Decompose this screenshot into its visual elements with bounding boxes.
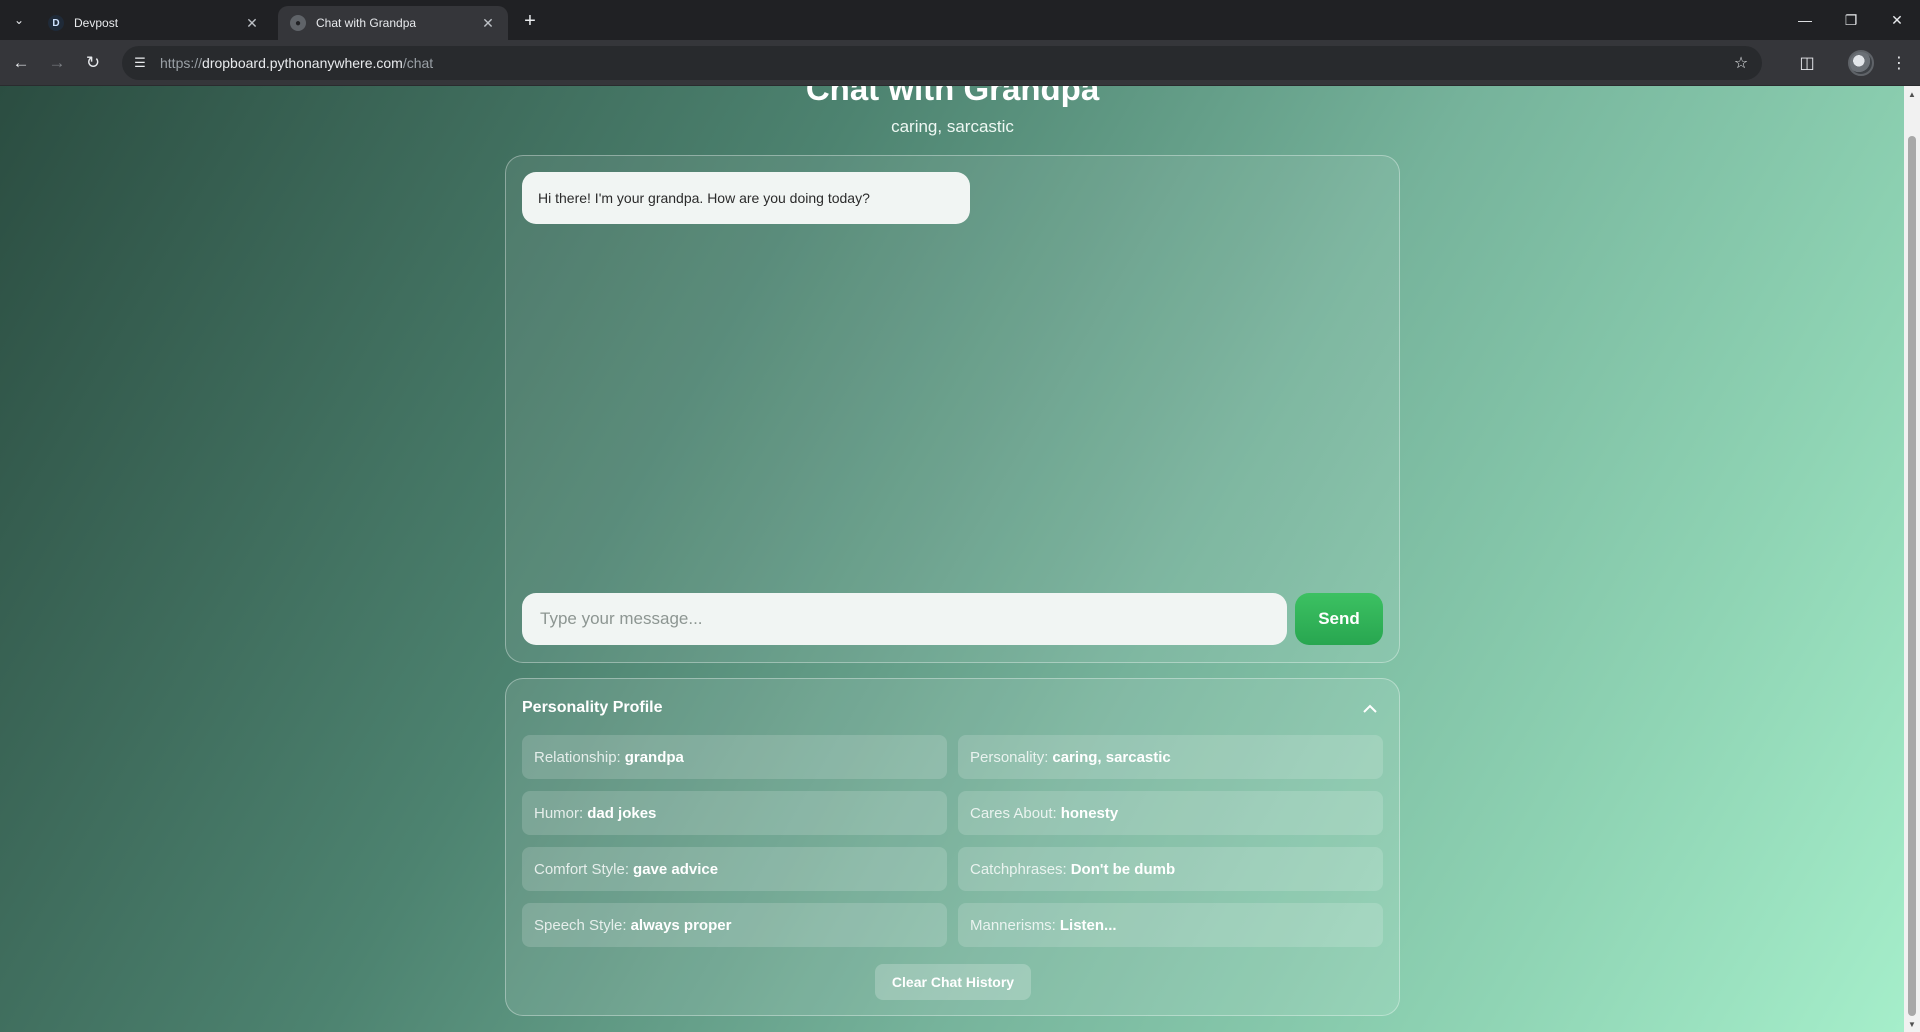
- browser-menu-kebab-icon[interactable]: ⋮: [1886, 50, 1912, 76]
- close-tab-icon[interactable]: ✕: [478, 13, 498, 33]
- page-subtitle: caring, sarcastic: [891, 117, 1014, 136]
- message-list[interactable]: Hi there! I'm your grandpa. How are you …: [522, 172, 1383, 572]
- tab-strip: ⌄ D Devpost ✕ ● Chat with Grandpa ✕ + — …: [0, 0, 1920, 40]
- send-button[interactable]: Send: [1295, 593, 1383, 645]
- trait-comfort-style: Comfort Style: gave advice: [522, 847, 947, 891]
- scrollbar-thumb[interactable]: [1908, 136, 1916, 1016]
- url-text[interactable]: https://dropboard.pythonanywhere.com/cha…: [160, 55, 433, 71]
- new-tab-plus-icon[interactable]: +: [518, 9, 542, 33]
- close-window-icon[interactable]: ✕: [1874, 0, 1920, 40]
- scroll-up-arrow-icon[interactable]: ▲: [1904, 86, 1920, 102]
- clear-chat-history-button[interactable]: Clear Chat History: [875, 964, 1031, 1000]
- trait-cares-about: Cares About: honesty: [958, 791, 1383, 835]
- trait-speech-style: Speech Style: always proper: [522, 903, 947, 947]
- chevron-up-icon[interactable]: [1359, 697, 1381, 719]
- browser-toolbar: ← → ↻ ☰ https://dropboard.pythonanywhere…: [0, 40, 1920, 86]
- chat-panel: Hi there! I'm your grandpa. How are you …: [505, 155, 1400, 663]
- tab-title: Devpost: [74, 16, 119, 30]
- scroll-down-arrow-icon[interactable]: ▼: [1904, 1016, 1920, 1032]
- minimize-icon[interactable]: —: [1782, 0, 1828, 40]
- forward-arrow-icon[interactable]: →: [44, 50, 70, 76]
- message-input[interactable]: [522, 593, 1287, 645]
- trait-personality: Personality: caring, sarcastic: [958, 735, 1383, 779]
- extensions-puzzle-icon[interactable]: ◫: [1794, 50, 1820, 76]
- page-title: Chat with Grandpa: [805, 86, 1100, 107]
- devpost-favicon-icon: D: [48, 15, 64, 31]
- window-controls: — ❐ ✕: [1782, 0, 1920, 40]
- site-info-tune-icon[interactable]: ☰: [126, 49, 154, 77]
- page-scrollbar[interactable]: ▲ ▼: [1904, 86, 1920, 1032]
- profile-avatar[interactable]: [1848, 50, 1874, 76]
- trait-humor: Humor: dad jokes: [522, 791, 947, 835]
- message-composer: Send: [522, 593, 1383, 645]
- personality-profile-panel: Personality Profile Relationship: grandpa…: [505, 678, 1400, 1016]
- globe-icon: ●: [290, 15, 306, 31]
- close-tab-icon[interactable]: ✕: [242, 13, 262, 33]
- trait-mannerisms: Mannerisms: Listen...: [958, 903, 1383, 947]
- bookmark-star-icon[interactable]: ☆: [1728, 50, 1754, 76]
- back-arrow-icon[interactable]: ←: [8, 50, 34, 76]
- trait-relationship: Relationship: grandpa: [522, 735, 947, 779]
- profile-title: Personality Profile: [522, 699, 663, 716]
- reload-icon[interactable]: ↻: [80, 50, 106, 76]
- page-viewport: Chat with Grandpa caring, sarcastic Hi t…: [0, 86, 1920, 1032]
- trait-grid: Relationship: grandpa Personality: caring,…: [522, 735, 1383, 947]
- tab-title: Chat with Grandpa: [316, 16, 417, 30]
- tab-chat-with-grandpa[interactable]: ● Chat with Grandpa ✕: [278, 6, 508, 40]
- grandpa-message-bubble: Hi there! I'm your grandpa. How are you …: [522, 172, 970, 224]
- tab-search-chevron-down-icon[interactable]: ⌄: [6, 7, 32, 33]
- address-bar[interactable]: ☰ https://dropboard.pythonanywhere.com/c…: [122, 46, 1762, 80]
- trait-catchphrases: Catchphrases: Don't be dumb: [958, 847, 1383, 891]
- restore-icon[interactable]: ❐: [1828, 0, 1874, 40]
- tab-devpost[interactable]: D Devpost ✕: [36, 6, 272, 40]
